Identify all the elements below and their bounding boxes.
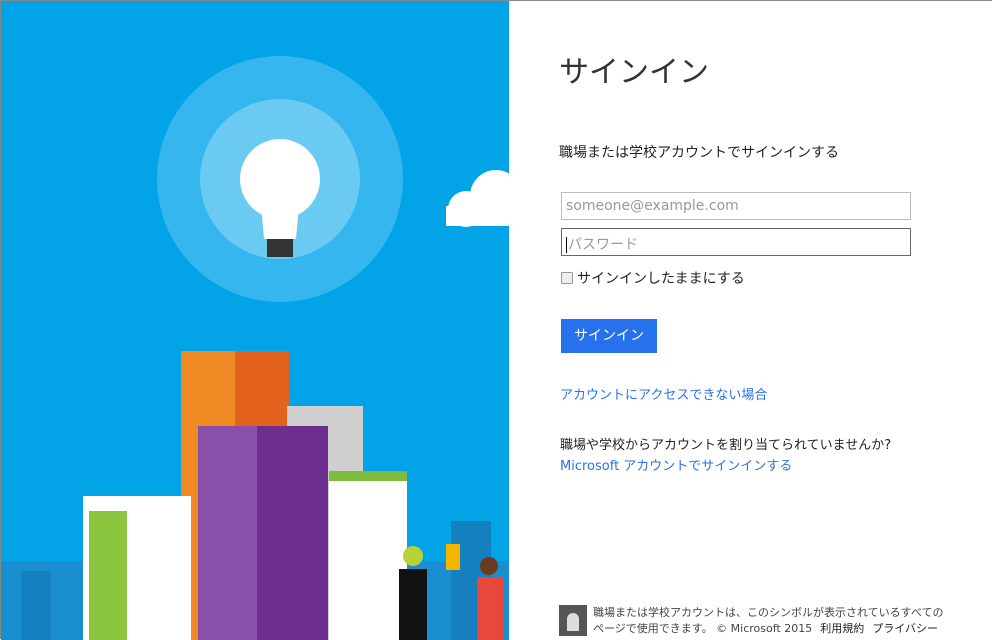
privacy-link[interactable]: プライバシー	[872, 622, 938, 635]
footer-line2: ページで使用できます。 © Microsoft 2015	[593, 622, 813, 635]
cloud-icon	[446, 170, 509, 227]
phone	[446, 544, 460, 570]
page-title: サインイン	[559, 55, 709, 90]
text-caret	[566, 237, 567, 253]
terms-link[interactable]: 利用規約	[820, 622, 864, 635]
email-placeholder: someone@example.com	[566, 198, 739, 214]
password-placeholder: パスワード	[568, 237, 638, 253]
city-lightbulb-illustration	[1, 56, 509, 640]
footer-line1: 職場または学校アカウントは、このシンボルが表示されているすべての	[593, 606, 944, 619]
keep-signed-in-checkbox[interactable]: サインインしたままにする	[561, 268, 745, 288]
no-account-question: 職場や学校からアカウントを割り当てられていませんか?	[560, 438, 892, 453]
password-input[interactable]: パスワード	[561, 228, 911, 256]
keep-signed-in-label: サインインしたままにする	[577, 271, 745, 287]
subtitle: 職場または学校アカウントでサインインする	[559, 145, 839, 161]
footer: 職場または学校アカウントは、このシンボルが表示されているすべての ページで使用で…	[559, 605, 943, 637]
microsoft-account-link[interactable]: Microsoft アカウントでサインインする	[560, 455, 792, 474]
work-account-badge-icon	[559, 605, 587, 636]
cant-access-link[interactable]: アカウントにアクセスできない場合	[560, 384, 767, 403]
email-input[interactable]: someone@example.com	[561, 192, 911, 220]
building-green	[329, 471, 407, 640]
signin-button[interactable]: サインイン	[561, 319, 657, 353]
signin-panel: サインイン 職場または学校アカウントでサインインする someone@examp…	[509, 1, 992, 640]
illustration	[1, 1, 509, 640]
checkbox-icon[interactable]	[561, 272, 573, 284]
